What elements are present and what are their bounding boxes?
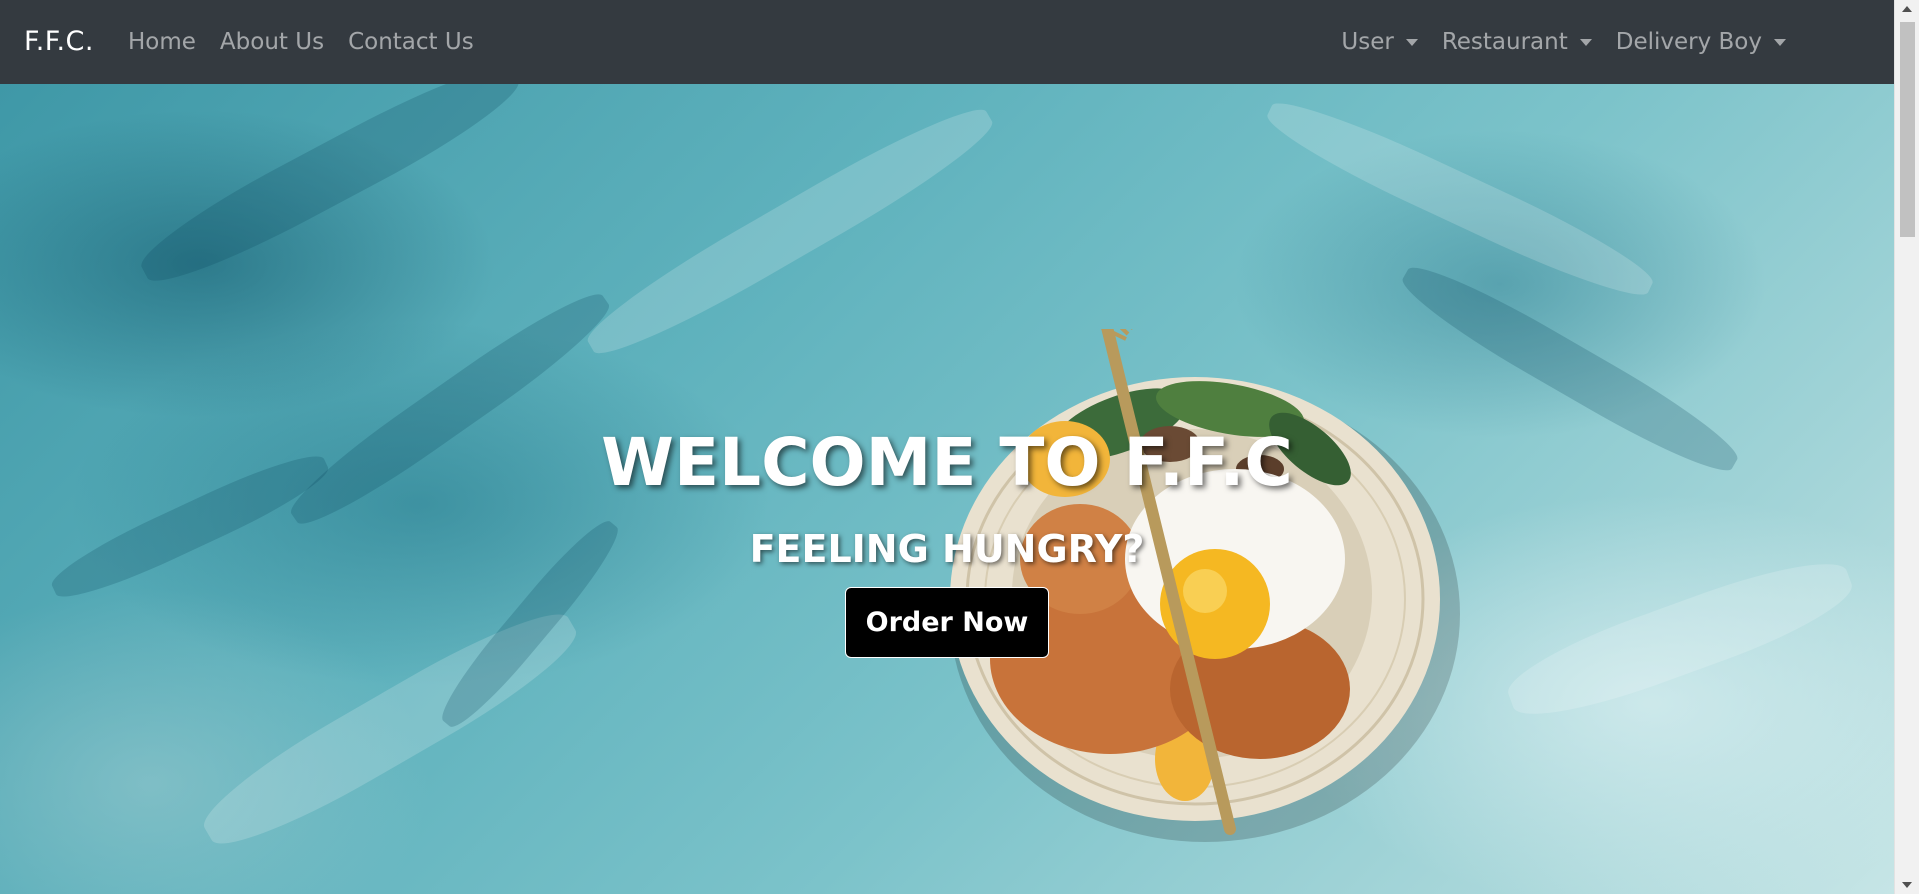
scroll-up-arrow-icon[interactable] — [1902, 6, 1912, 12]
caret-down-icon — [1774, 38, 1786, 46]
top-navbar: F.F.C. Home About Us Contact Us User Res… — [0, 0, 1894, 84]
caret-down-icon — [1405, 38, 1418, 46]
caret-down-icon — [1579, 38, 1592, 46]
restaurant-dropdown-label: Restaurant — [1441, 29, 1568, 55]
nav-link-home[interactable]: Home — [128, 29, 196, 55]
delivery-boy-dropdown-label: Delivery Boy — [1615, 29, 1762, 55]
scroll-down-arrow-icon[interactable] — [1902, 882, 1912, 888]
brand-logo[interactable]: F.F.C. — [24, 0, 94, 84]
hero-title: WELCOME TO F.F.C — [601, 424, 1293, 501]
order-now-button[interactable]: Order Now — [845, 587, 1049, 658]
user-dropdown-label: User — [1341, 29, 1394, 55]
account-nav: User Restaurant Delivery Boy — [1317, 0, 1786, 84]
nav-link-about-us[interactable]: About Us — [220, 29, 324, 55]
user-dropdown[interactable]: User — [1341, 29, 1418, 55]
scroll-thumb[interactable] — [1900, 22, 1915, 237]
nav-link-contact-us[interactable]: Contact Us — [348, 29, 474, 55]
hero-content: WELCOME TO F.F.C FEELING HUNGRY? Order N… — [0, 84, 1894, 894]
page-scrollbar[interactable] — [1894, 0, 1919, 894]
hero-subtitle: FEELING HUNGRY? — [749, 527, 1145, 571]
restaurant-dropdown[interactable]: Restaurant — [1442, 29, 1592, 55]
hero-banner: WELCOME TO F.F.C FEELING HUNGRY? Order N… — [0, 84, 1894, 894]
primary-nav: Home About Us Contact Us — [128, 0, 498, 84]
delivery-boy-dropdown[interactable]: Delivery Boy — [1616, 29, 1786, 55]
